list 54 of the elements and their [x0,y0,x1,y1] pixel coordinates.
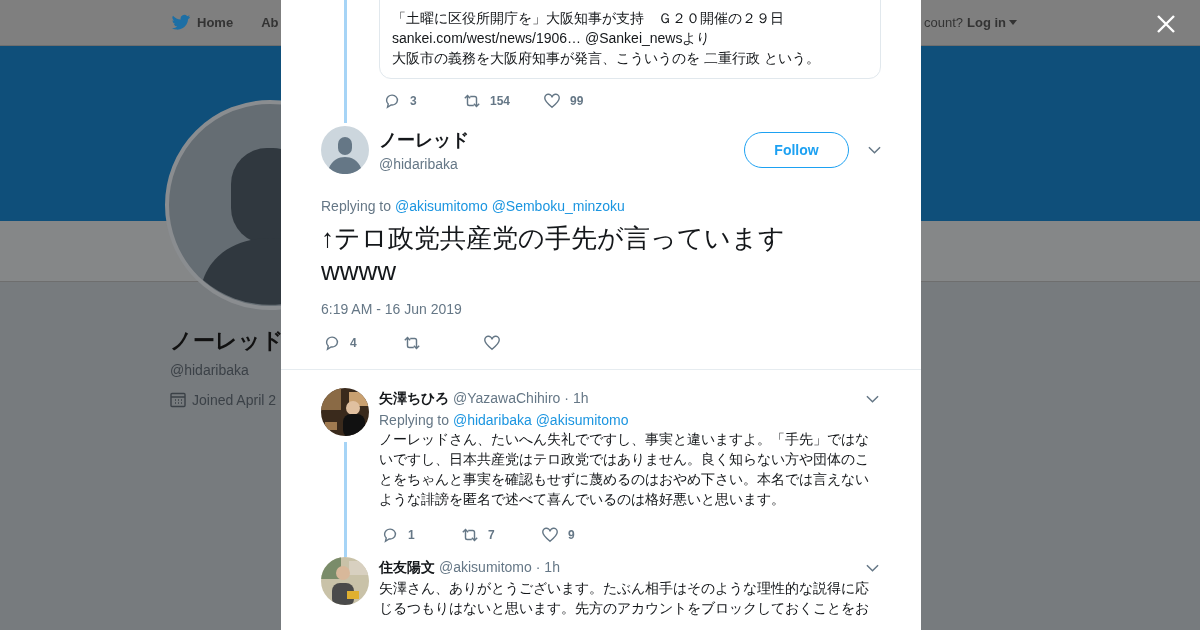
action-count: 1 [408,528,415,542]
avatar [321,126,369,174]
quoted-text: sankei.com/west/news/1906… @Sankei_newsより [392,29,712,48]
action-count: 4 [350,336,357,350]
reply-author-handle[interactable]: @YazawaChihiro [453,390,561,406]
caret-icon[interactable] [1009,20,1017,25]
login-link[interactable]: Log in [967,15,1006,30]
caret-icon[interactable] [866,564,879,572]
caret-icon[interactable] [868,146,881,154]
heart-icon[interactable] [483,334,501,352]
action-count: 3 [410,94,417,108]
retweet-icon[interactable] [461,526,479,544]
reply-age: · 1h [535,559,560,575]
heart-icon[interactable] [541,526,559,544]
tweet-text: ↑テロ政党共産党の手先が言っています wwww [321,222,786,288]
heart-icon[interactable] [543,92,561,110]
mention-link[interactable]: @akisumitomo [394,198,488,214]
quoted-tweet-card[interactable]: 「土曜に区役所開庁を」大阪知事が支持 Ｇ２０開催の２９日 sankei.com/west/news/1906… @Sankei_newsより 大阪市の義務を大阪府知事が発言、こういうのを 二重行政 という。 [379,0,881,79]
reply-age: · 1h [564,390,589,406]
reply-author-name[interactable]: 住友陽文 [379,559,435,577]
author-name[interactable]: ノーレッド [379,128,469,152]
mention-link[interactable]: @akisumitomo [535,412,629,428]
bird-icon [171,13,191,32]
mention-link[interactable]: @hidaribaka [452,412,532,428]
quoted-text: 大阪市の義務を大阪府知事が発言、こういうのを 二重行政 という。 [392,49,821,68]
close-icon[interactable] [1156,14,1176,34]
nav-link[interactable]: Ab [261,15,279,30]
reply-text: ノーレッドさん、たいへん失礼でですし、事実と違いますよ。「手先」ではないですし、日本共産党はテロ政党ではありません。良く知らない方や団体のことをちゃんと事実を確認もせずに蔑めるのはおやめ下さい。本名では言えないような誹謗を匿名で述べて喜んでいるのは格好悪いと思います。 [379,430,870,509]
login-prompt: count? [923,15,963,30]
retweet-icon[interactable] [463,92,481,110]
replying-to: Replying to @hidaribaka @akisumitomo [379,412,630,428]
reply-icon[interactable] [323,334,341,352]
replying-to: Replying to @akisumitomo @Semboku_minzoku [321,198,626,214]
retweet-icon[interactable] [403,334,421,352]
nav-link[interactable]: Home [197,15,234,30]
reply-author-handle[interactable]: @akisumitomo [439,559,532,575]
follow-button[interactable]: Follow [744,132,849,168]
reply-text: 矢澤さん、ありがとうございます。たぶん相手はそのような理性的な説得に応じるつもりはないと思います。先方のアカウントをブロックしておくことをお [379,579,870,618]
reply-icon[interactable] [383,92,401,110]
calendar-icon [170,392,186,408]
action-count: 154 [490,94,511,108]
mention-link[interactable]: @Semboku_minzoku [491,198,625,214]
action-count: 99 [570,94,584,108]
caret-icon[interactable] [866,395,879,403]
profile-name: ノーレッド [170,327,284,355]
reply-author-name[interactable]: 矢澤ちひろ [379,390,449,408]
author-handle[interactable]: @hidaribaka [379,156,469,172]
tweet-timestamp[interactable]: 6:19 AM - 16 Jun 2019 [321,301,881,317]
joined-date: Joined April 2 [192,392,277,408]
profile-handle: @hidaribaka [170,362,250,378]
quoted-text: 「土曜に区役所開庁を」大阪知事が支持 Ｇ２０開催の２９日 [392,9,785,28]
reply-icon[interactable] [381,526,399,544]
action-count: 7 [488,528,495,542]
action-count: 9 [568,528,575,542]
